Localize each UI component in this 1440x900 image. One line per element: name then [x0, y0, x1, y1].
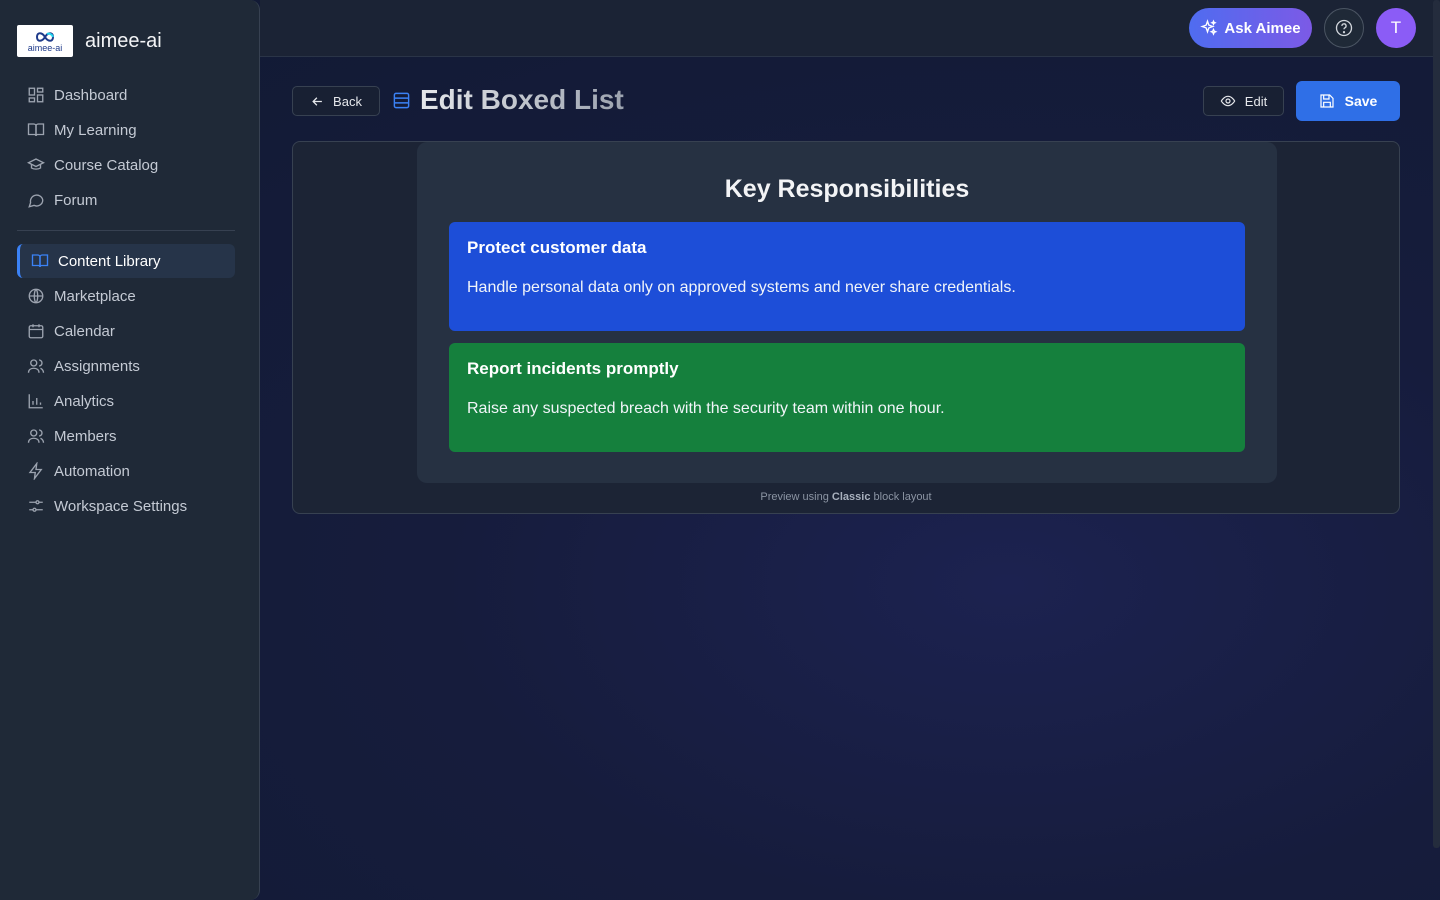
book-open-icon — [27, 123, 45, 137]
boxed-list-item[interactable]: Protect customer data Handle personal da… — [449, 222, 1245, 331]
sidebar-divider — [17, 230, 235, 231]
chat-bubble-icon — [28, 194, 44, 208]
back-label: Back — [333, 93, 362, 109]
sidebar-item-label: Assignments — [54, 357, 140, 375]
brand-name: aimee-ai — [85, 29, 162, 52]
preview-note-suffix: block layout — [873, 491, 932, 503]
page-title: Edit Boxed List — [420, 84, 624, 115]
sidebar-item-my-learning[interactable]: My Learning — [17, 113, 235, 147]
sidebar-item-label: Workspace Settings — [54, 497, 188, 515]
boxed-list-heading[interactable]: Key Responsibilities — [417, 175, 1277, 204]
brand-logo-text: aimee-ai — [27, 42, 63, 53]
boxed-list-item-title: Report incidents promptly — [467, 359, 679, 378]
edit-mode-button[interactable]: Edit — [1203, 86, 1284, 116]
save-label: Save — [1344, 93, 1378, 109]
sidebar-item-analytics[interactable]: Analytics — [17, 384, 235, 418]
ask-aimee-button[interactable]: Ask Aimee — [1189, 8, 1312, 48]
eye-icon — [1220, 95, 1236, 107]
arrow-left-icon — [312, 96, 322, 106]
boxed-list-item-body: Raise any suspected breach with the secu… — [467, 400, 945, 417]
lightning-icon — [28, 462, 43, 480]
help-button[interactable] — [1324, 8, 1364, 48]
save-button[interactable]: Save — [1296, 81, 1400, 121]
brand[interactable]: aimee-ai aimee-ai — [17, 25, 162, 57]
sidebar-item-label: Automation — [54, 462, 130, 480]
ask-aimee-label: Ask Aimee — [1224, 19, 1301, 37]
calendar-icon — [28, 324, 44, 339]
sidebar-item-label: Members — [54, 427, 117, 445]
dashboard-icon — [28, 87, 44, 103]
edit-label: Edit — [1244, 93, 1268, 109]
book-open-icon — [31, 254, 49, 268]
users-icon — [27, 359, 45, 373]
boxed-list-item-title: Protect customer data — [467, 238, 647, 257]
brand-logo: aimee-ai — [17, 25, 73, 57]
sparkles-icon — [1200, 19, 1218, 36]
sidebar-item-label: Dashboard — [54, 86, 128, 104]
bar-chart-icon — [28, 394, 43, 409]
primary-nav: Dashboard My Learning Course Catalog For… — [17, 78, 235, 218]
preview-panel: Key Responsibilities Protect customer da… — [292, 141, 1400, 514]
users-icon — [27, 429, 45, 443]
infinity-logo-icon — [35, 31, 55, 42]
sidebar-item-workspace-settings[interactable]: Workspace Settings — [17, 489, 235, 523]
boxed-list-card: Key Responsibilities Protect customer da… — [417, 142, 1277, 483]
page-scrollbar[interactable] — [1433, 0, 1440, 848]
sidebar-item-label: Course Catalog — [54, 156, 159, 174]
sidebar-item-label: Forum — [54, 191, 98, 209]
sidebar-item-assignments[interactable]: Assignments — [17, 349, 235, 383]
sidebar-item-forum[interactable]: Forum — [17, 183, 235, 217]
sidebar-item-label: Marketplace — [54, 287, 136, 305]
sidebar-item-marketplace[interactable]: Marketplace — [17, 279, 235, 313]
boxed-list-item[interactable]: Report incidents promptly Raise any susp… — [449, 343, 1245, 452]
list-box-icon — [393, 92, 410, 109]
boxed-list-item-body: Handle personal data only on approved sy… — [467, 279, 1016, 296]
preview-note: Preview using Classic block layout — [293, 491, 1399, 503]
sidebar-item-course-catalog[interactable]: Course Catalog — [17, 148, 235, 182]
sidebar-item-dashboard[interactable]: Dashboard — [17, 78, 235, 112]
preview-note-prefix: Preview using — [760, 491, 829, 503]
sliders-icon — [29, 500, 43, 512]
sidebar-item-label: My Learning — [54, 121, 137, 139]
sidebar-item-label: Calendar — [54, 322, 115, 340]
sidebar-item-label: Content Library — [58, 252, 161, 270]
back-button[interactable]: Back — [292, 86, 380, 116]
sidebar-item-members[interactable]: Members — [17, 419, 235, 453]
sidebar: aimee-ai aimee-ai Dashboard My Learning … — [0, 0, 260, 900]
secondary-nav: Content Library Marketplace Calendar Ass… — [17, 244, 235, 524]
graduation-cap-icon — [27, 158, 45, 170]
sidebar-item-label: Analytics — [54, 392, 115, 410]
preview-note-layout: Classic — [831, 491, 871, 503]
globe-icon — [28, 288, 44, 304]
avatar[interactable]: T — [1376, 8, 1416, 48]
sidebar-item-content-library[interactable]: Content Library — [17, 244, 235, 278]
sidebar-item-calendar[interactable]: Calendar — [17, 314, 235, 348]
help-icon — [1335, 19, 1353, 37]
save-icon — [1320, 94, 1334, 108]
sidebar-item-automation[interactable]: Automation — [17, 454, 235, 488]
